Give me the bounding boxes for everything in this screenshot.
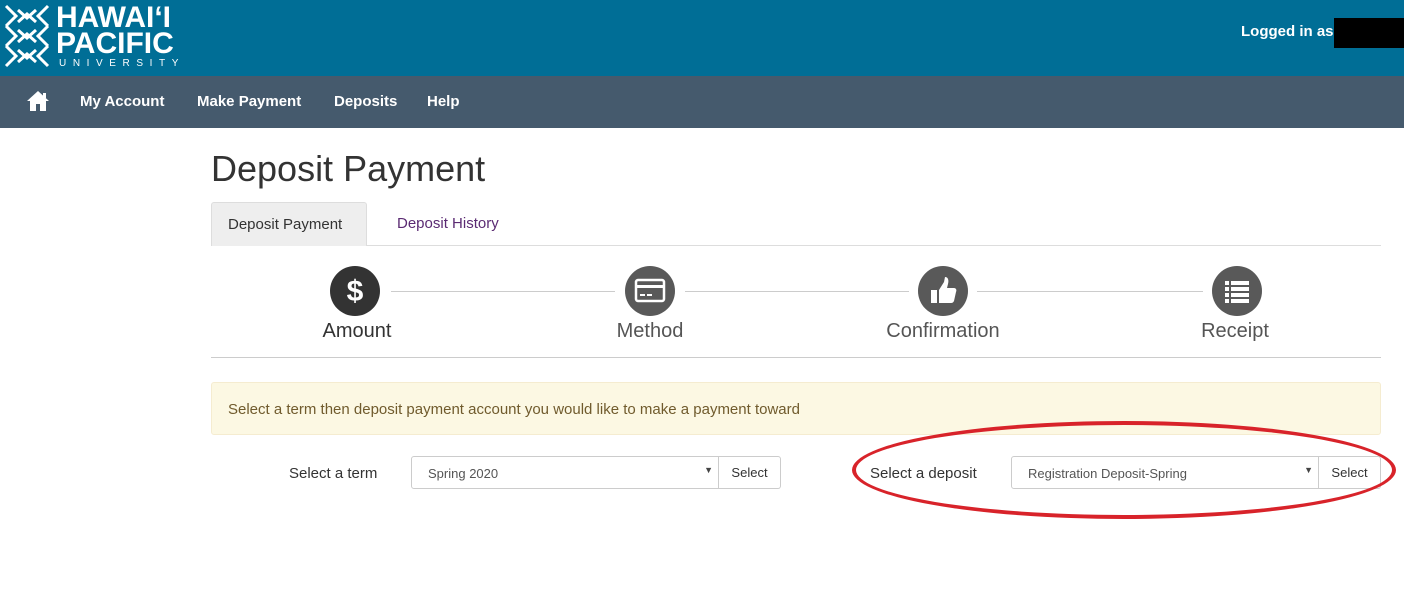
tab-deposit-payment[interactable]: Deposit Payment [211, 202, 367, 246]
instruction-alert: Select a term then deposit payment accou… [211, 382, 1381, 435]
chevron-down-icon: ▼ [1304, 465, 1313, 475]
deposit-select[interactable]: Registration Deposit-Spring ▼ [1011, 456, 1319, 489]
payment-steps: $ Amount Method Confirmation Receipt [211, 246, 1381, 358]
term-select-button[interactable]: Select [719, 456, 781, 489]
alert-message: Select a term then deposit payment accou… [228, 401, 800, 418]
step-connector [391, 291, 615, 292]
step-amount: $ [330, 266, 380, 316]
nav-deposits[interactable]: Deposits [334, 93, 397, 110]
nav-help[interactable]: Help [427, 93, 460, 110]
deposit-select-button[interactable]: Select [1319, 456, 1381, 489]
deposit-label: Select a deposit [870, 465, 977, 482]
page-title: Deposit Payment [211, 148, 486, 189]
list-icon [1225, 281, 1249, 303]
step-connector [685, 291, 909, 292]
nav-make-payment[interactable]: Make Payment [197, 93, 301, 110]
logo-text-university: UNIVERSITY [59, 58, 186, 69]
term-label: Select a term [289, 465, 378, 482]
term-select-value: Spring 2020 [428, 466, 499, 481]
nav-my-account[interactable]: My Account [80, 93, 164, 110]
logo-mark-icon [4, 4, 50, 68]
step-label-amount: Amount [322, 320, 392, 342]
logged-in-label: Logged in as [1241, 23, 1334, 40]
step-method [625, 266, 675, 316]
step-receipt [1212, 266, 1262, 316]
home-icon[interactable] [26, 90, 50, 112]
chevron-down-icon: ▼ [704, 465, 713, 475]
step-label-method: Method [616, 320, 684, 342]
main-nav: My Account Make Payment Deposits Help [0, 76, 1404, 128]
tab-bar: Deposit Payment Deposit History [211, 202, 1381, 246]
university-logo[interactable]: HAWAI‘I PACIFIC UNIVERSITY [4, 1, 194, 70]
step-connector [977, 291, 1203, 292]
tab-deposit-history[interactable]: Deposit History [381, 202, 515, 246]
redacted-username [1334, 18, 1404, 48]
thumbs-up-icon [931, 277, 957, 303]
step-confirmation [918, 266, 968, 316]
deposit-select-value: Registration Deposit-Spring [1028, 466, 1187, 481]
top-header: HAWAI‘I PACIFIC UNIVERSITY Logged in as [0, 0, 1404, 76]
logo-text-pacific: PACIFIC [56, 27, 174, 60]
svg-text:$: $ [347, 275, 364, 308]
step-label-confirmation: Confirmation [886, 320, 1000, 342]
dollar-icon: $ [347, 275, 364, 308]
term-select[interactable]: Spring 2020 ▼ [411, 456, 719, 489]
credit-card-icon [634, 278, 666, 303]
step-label-receipt: Receipt [1201, 320, 1269, 342]
